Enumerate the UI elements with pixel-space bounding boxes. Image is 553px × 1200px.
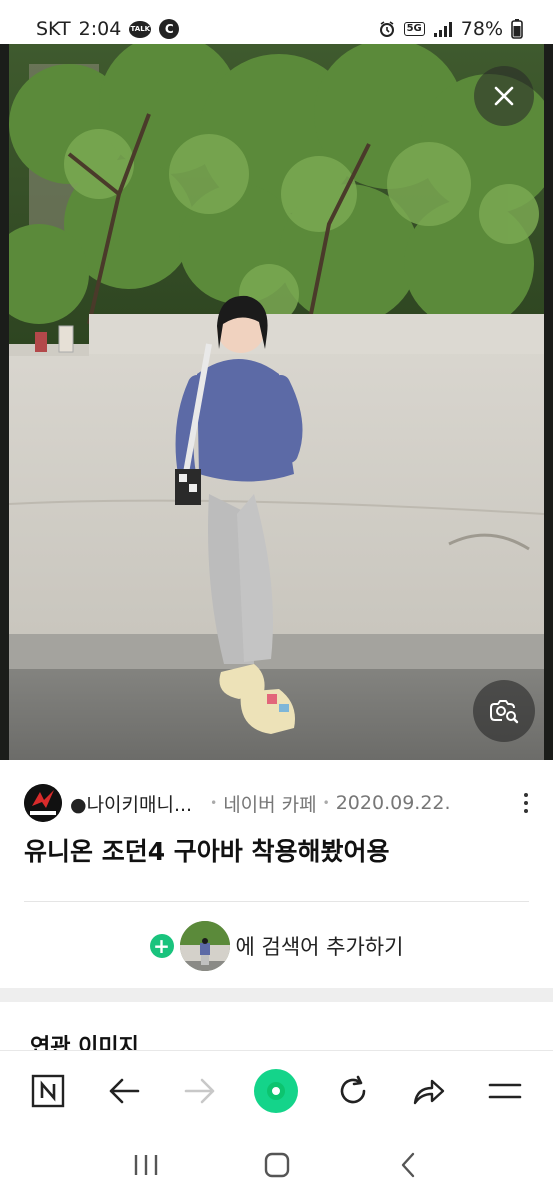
source-row: ●나이키매니... • 네이버 카페 • 2020.09.22. — [24, 783, 536, 823]
source-date: 2020.09.22. — [335, 792, 451, 814]
main-photo[interactable] — [9, 44, 544, 760]
cafe-logo-icon — [24, 784, 62, 822]
refresh-button[interactable] — [323, 1061, 383, 1121]
forward-arrow-icon — [185, 1078, 215, 1103]
green-dot-button[interactable] — [246, 1061, 306, 1121]
separator-dot: • — [322, 796, 330, 810]
home-button[interactable] — [252, 1140, 302, 1190]
close-button[interactable] — [474, 66, 534, 126]
back-icon — [401, 1152, 414, 1178]
image-search-icon — [490, 700, 519, 724]
green-dot-icon — [254, 1068, 299, 1113]
home-icon — [264, 1152, 289, 1178]
refresh-icon — [340, 1075, 365, 1103]
battery-icon — [511, 19, 523, 39]
menu-icon — [488, 1083, 522, 1098]
recent-apps-icon — [134, 1155, 157, 1175]
share-icon — [413, 1079, 444, 1104]
talk-icon: TALK — [129, 20, 152, 38]
forward-button[interactable] — [170, 1061, 230, 1121]
share-button[interactable] — [399, 1061, 459, 1121]
photo-illustration — [9, 44, 544, 760]
add-search-label: 에 검색어 추가하기 — [235, 935, 404, 959]
close-icon — [494, 86, 514, 106]
related-images-title: 연관 이미지 — [30, 1035, 139, 1050]
recent-apps-button[interactable] — [121, 1140, 171, 1190]
photo-edge-left — [0, 44, 9, 760]
n-home-icon — [31, 1074, 65, 1107]
image-thumbnail — [179, 921, 230, 971]
plus-icon: + — [149, 934, 174, 958]
section-separator — [0, 988, 553, 1002]
back-button[interactable] — [94, 1061, 154, 1121]
c-icon: C — [159, 19, 180, 39]
source-site[interactable]: 네이버 카페 — [223, 790, 316, 817]
post-title[interactable]: 유니온 조던4 구아바 착용해봤어용 — [24, 832, 390, 868]
browser-toolbar — [0, 1050, 553, 1130]
signal-icon — [433, 21, 453, 37]
clock: 2:04 — [78, 18, 122, 40]
alarm-icon — [378, 20, 396, 38]
separator-dot: • — [210, 796, 218, 810]
add-search-keyword-button[interactable]: + 에 검색어 추가하기 — [0, 920, 553, 972]
source-avatar[interactable] — [24, 784, 62, 822]
5g-icon: 5G — [403, 22, 425, 36]
back-arrow-icon — [109, 1078, 140, 1103]
image-search-button[interactable] — [473, 680, 535, 742]
menu-button[interactable] — [475, 1061, 535, 1121]
more-options-icon[interactable] — [516, 788, 536, 818]
n-home-button[interactable] — [18, 1061, 78, 1121]
battery-percent: 78% — [460, 18, 503, 40]
system-back-button[interactable] — [383, 1140, 433, 1190]
carrier-label: SKT — [36, 18, 71, 40]
source-name[interactable]: ●나이키매니... — [70, 790, 192, 817]
photo-edge-right — [544, 44, 553, 760]
system-nav-bar — [0, 1130, 553, 1200]
divider — [24, 901, 529, 902]
